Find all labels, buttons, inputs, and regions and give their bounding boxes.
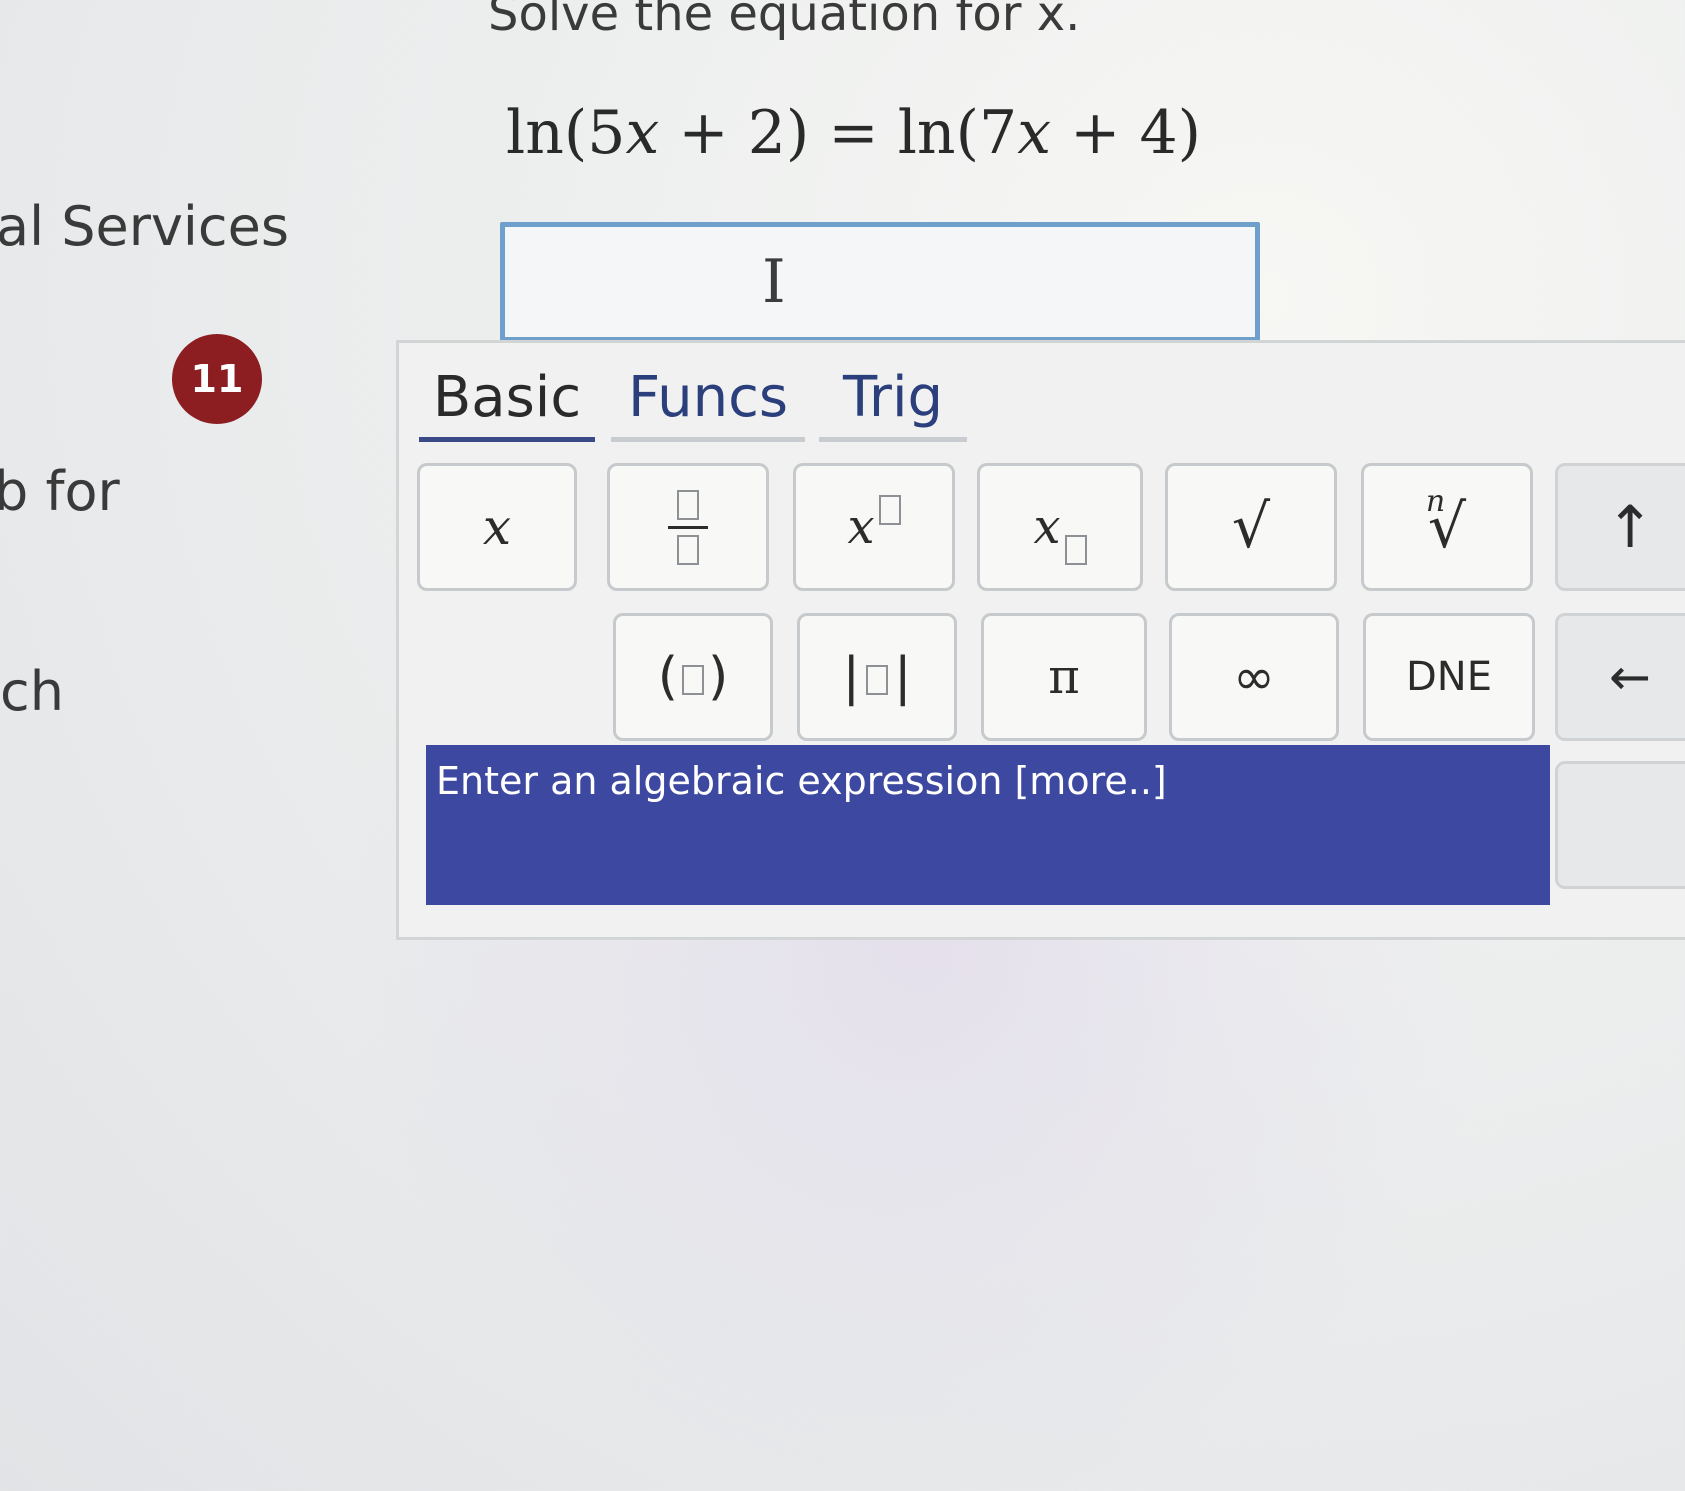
infinity-button[interactable]: ∞: [1169, 613, 1339, 741]
nth-root-icon: n √: [1426, 484, 1466, 562]
equation-lhs-func: ln: [506, 98, 564, 168]
question-prompt: Solve the equation for x.: [488, 0, 1081, 42]
left-arrow-button[interactable]: ←: [1555, 613, 1685, 741]
equation-lhs-var: x: [625, 98, 660, 168]
subscript-base: x: [1033, 499, 1061, 555]
sidebar-ch-label[interactable]: ch: [0, 660, 64, 723]
dne-button[interactable]: DNE: [1363, 613, 1535, 741]
answer-input[interactable]: [500, 222, 1260, 342]
equation-rhs-coef: 7: [979, 98, 1018, 168]
equation-rhs-var: x: [1017, 98, 1052, 168]
superscript-icon: x: [847, 495, 901, 555]
left-arrow-icon: ←: [1609, 648, 1651, 706]
nth-root-button[interactable]: n √: [1361, 463, 1533, 591]
blank-side-button[interactable]: [1555, 761, 1685, 889]
sidebar-services-label[interactable]: al Services: [0, 195, 289, 258]
superscript-button[interactable]: x: [793, 463, 955, 591]
superscript-base: x: [847, 499, 875, 555]
square-root-button[interactable]: √: [1165, 463, 1337, 591]
parentheses-icon: (): [657, 647, 729, 707]
square-root-icon: √: [1231, 492, 1271, 562]
tab-basic[interactable]: Basic: [419, 357, 595, 442]
equation-rhs-rest: + 4: [1051, 98, 1178, 168]
subscript-button[interactable]: x: [977, 463, 1143, 591]
x-variable-button[interactable]: x: [417, 463, 577, 591]
equation-equals: =: [828, 98, 879, 168]
absolute-value-icon: | |: [842, 647, 912, 707]
text-cursor-icon: I: [762, 247, 786, 317]
equation-lhs-rest: + 2: [659, 98, 786, 168]
equation: ln(5x + 2) = ln(7x + 4): [506, 98, 1202, 168]
parentheses-button[interactable]: (): [613, 613, 773, 741]
sidebar-for-label[interactable]: b for: [0, 460, 120, 523]
more-link[interactable]: [more..]: [1014, 759, 1166, 803]
subscript-icon: x: [1033, 499, 1087, 565]
tab-funcs[interactable]: Funcs: [611, 357, 805, 442]
nth-root-index: n: [1425, 484, 1446, 519]
equation-rhs-func: ln: [897, 98, 956, 168]
absolute-value-button[interactable]: | |: [797, 613, 957, 741]
pi-button[interactable]: π: [981, 613, 1147, 741]
fraction-icon: [668, 489, 708, 565]
hint-text: Enter an algebraic expression: [436, 759, 1015, 803]
equation-lhs-coef: 5: [587, 98, 626, 168]
fraction-button[interactable]: [607, 463, 769, 591]
up-arrow-icon: ↑: [1605, 493, 1655, 561]
infinity-icon: ∞: [1233, 648, 1275, 706]
notification-badge: 11: [172, 334, 262, 424]
hint-bar: Enter an algebraic expression [more..]: [426, 745, 1550, 905]
pi-icon: π: [1048, 649, 1080, 705]
tab-trig[interactable]: Trig: [819, 357, 967, 442]
up-arrow-button[interactable]: ↑: [1555, 463, 1685, 591]
